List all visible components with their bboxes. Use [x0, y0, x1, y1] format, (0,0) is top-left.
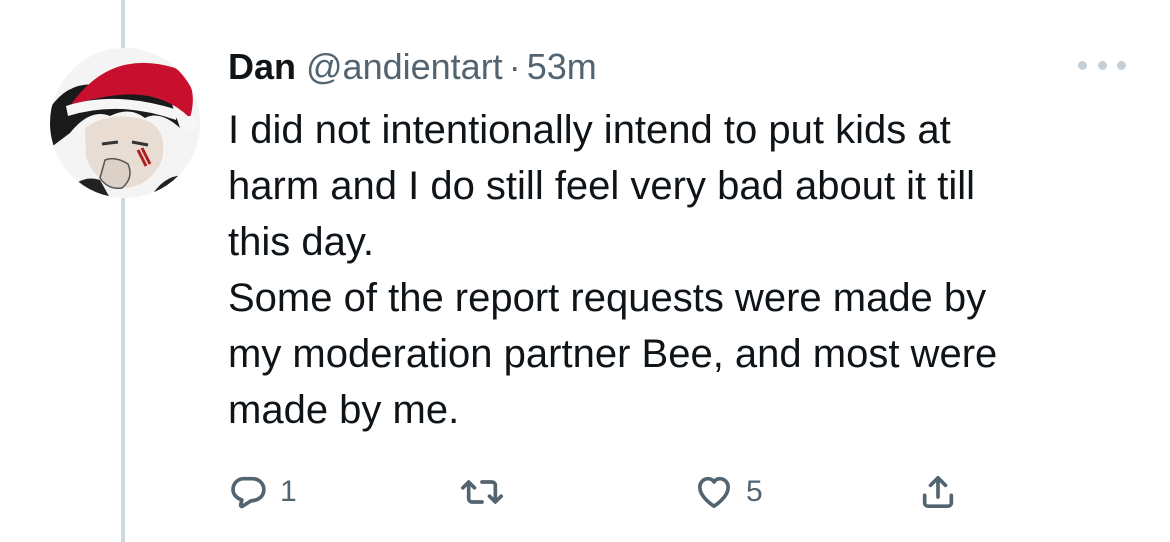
tweet-header: Dan @andientart · 53m [228, 40, 1128, 94]
retweet-arrows-icon [461, 480, 503, 504]
share-upload-icon [922, 476, 954, 508]
tweet-text-line: harm and I do still feel very bad about … [228, 164, 976, 208]
avatar-image [50, 48, 200, 198]
more-dots-icon [1078, 60, 1087, 70]
like-button[interactable]: 5 [694, 468, 763, 516]
reply-button[interactable]: 1 [228, 468, 297, 516]
avatar[interactable] [50, 48, 200, 198]
like-count: 5 [746, 475, 763, 508]
reply-count: 1 [280, 475, 297, 508]
tweet-timestamp[interactable]: 53m [527, 40, 597, 94]
retweet-button[interactable] [460, 468, 516, 516]
header-separator: · [508, 46, 521, 87]
tweet-text-line: Some of the report requests were made by [228, 276, 987, 320]
tweet-text: I did not intentionally intend to put ki… [228, 102, 1128, 438]
heart-icon [698, 476, 730, 508]
more-dots-icon [1117, 60, 1126, 70]
tweet-text-line: my moderation partner Bee, and most were [228, 332, 998, 376]
more-options-button[interactable] [1078, 55, 1126, 75]
display-name[interactable]: Dan [228, 40, 296, 94]
tweet-action-bar: 1 5 [228, 468, 988, 516]
user-handle[interactable]: @andientart [306, 40, 503, 94]
tweet-text-line: this day. [228, 220, 374, 264]
share-button[interactable] [918, 468, 958, 516]
tweet-content: Dan @andientart · 53m I did not intentio… [228, 40, 1128, 438]
reply-bubble-icon [231, 476, 266, 509]
tweet-text-line: made by me. [228, 388, 460, 432]
tweet-text-line: I did not intentionally intend to put ki… [228, 108, 951, 152]
more-dots-icon [1097, 60, 1107, 70]
